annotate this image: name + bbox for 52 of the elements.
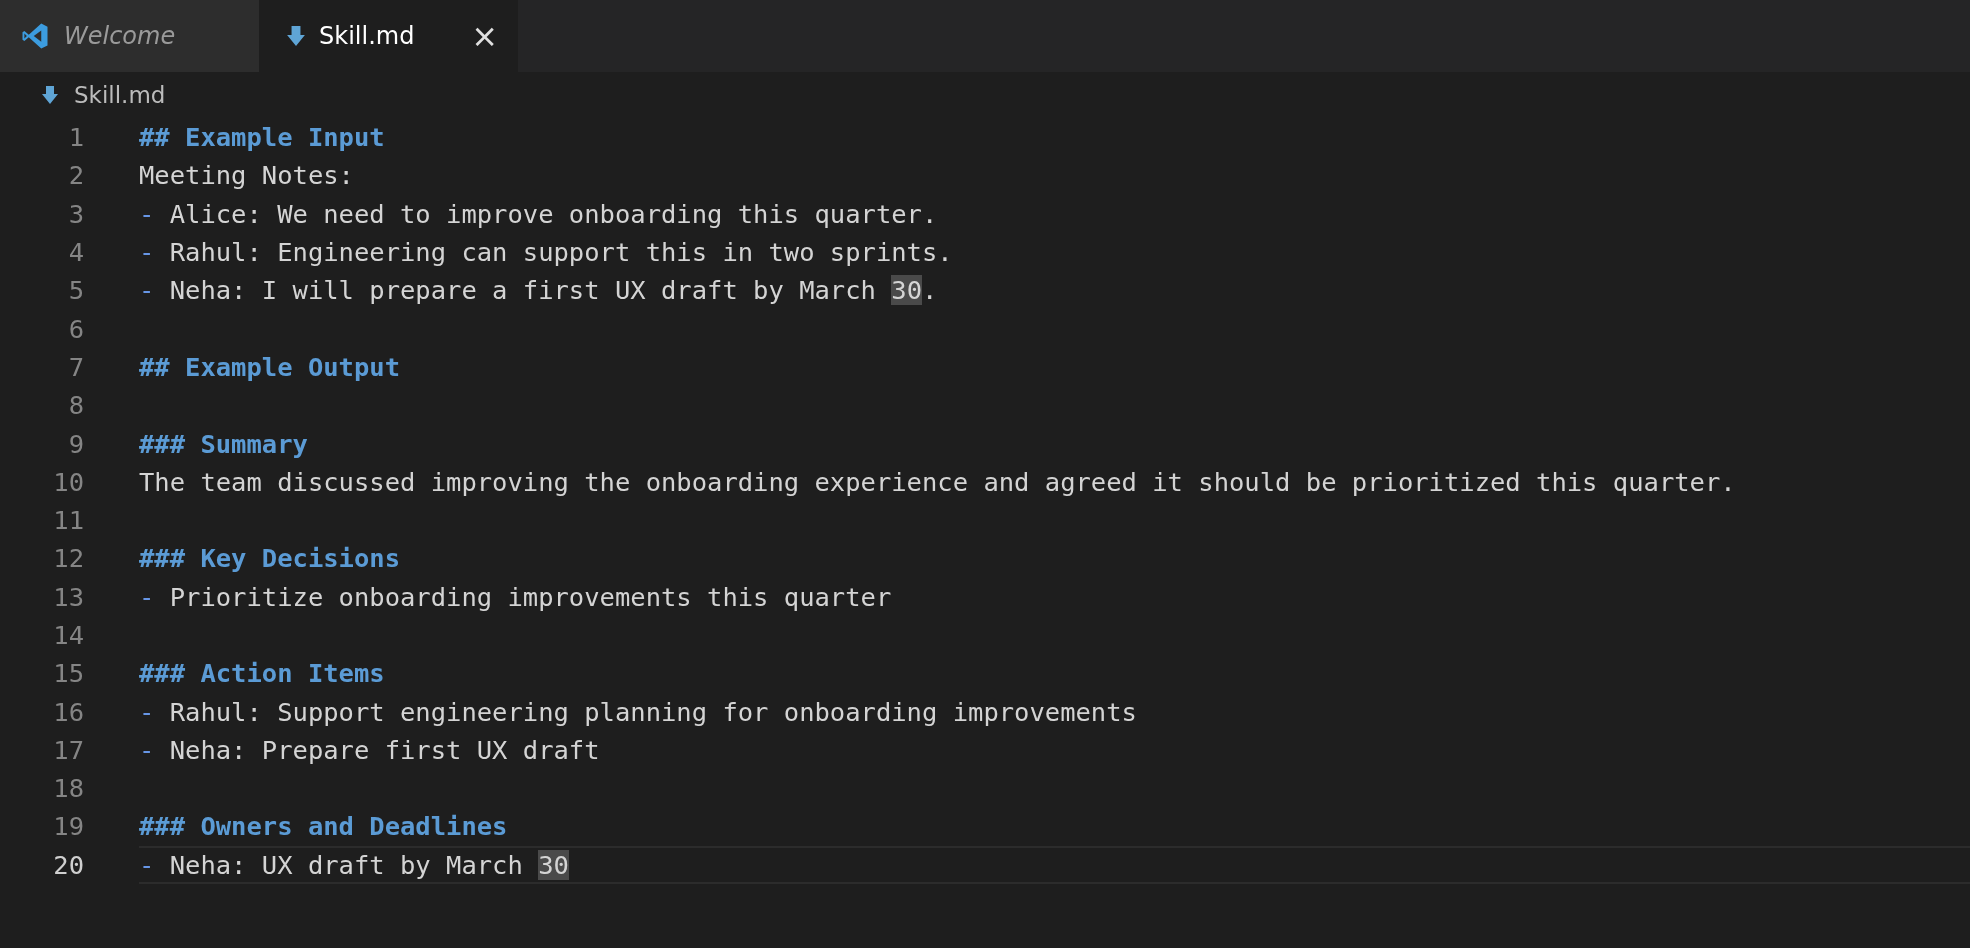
line-number: 2	[67, 160, 84, 191]
heading-text: ### Action Items	[139, 658, 385, 689]
heading-text: ### Summary	[139, 428, 308, 459]
line-number: 10	[52, 466, 84, 497]
code-text: Alice: We need to improve onboarding this quarter.	[168, 198, 938, 229]
code-text: .	[922, 275, 938, 306]
highlighted-match: 30	[891, 275, 922, 306]
line-number: 4	[67, 237, 84, 268]
code-text: Rahul: Support engineering planning for onboarding improvements	[168, 696, 1137, 727]
line-number: 20	[52, 849, 84, 880]
line-number: 18	[52, 773, 84, 804]
line-number: 17	[52, 734, 84, 765]
line-number: 3	[67, 198, 84, 229]
line-number: 6	[67, 313, 84, 344]
line-number: 1	[67, 122, 84, 153]
list-marker: -	[139, 237, 155, 268]
line-number: 5	[67, 275, 84, 306]
code-text: Meeting Notes:	[139, 160, 354, 191]
line-number: 7	[67, 351, 84, 382]
list-marker: -	[139, 581, 155, 612]
code-text: The team discussed improving the onboarding experience and agreed it should be prioritized this quarter.	[139, 466, 1736, 497]
close-icon[interactable]: ×	[471, 20, 498, 52]
line-number: 15	[52, 658, 84, 689]
heading-text: ### Owners and Deadlines	[139, 811, 508, 842]
line-number: 16	[52, 696, 84, 727]
heading-text: ## Example Input	[139, 122, 385, 153]
code-text: Neha: UX draft by March	[168, 849, 524, 880]
list-marker: -	[139, 275, 155, 306]
list-marker: -	[139, 849, 155, 880]
code-text: Neha: Prepare first UX draft	[168, 734, 600, 765]
highlighted-match: 30	[538, 849, 569, 880]
line-number: 13	[52, 581, 84, 612]
line-number: 8	[67, 390, 84, 421]
code-text: Rahul: Engineering can support this in two sprints.	[168, 237, 953, 268]
breadcrumb-item[interactable]: Skill.md	[74, 81, 166, 108]
code-text: Neha: I will prepare a first UX draft by March	[168, 275, 877, 306]
line-number: 12	[52, 543, 84, 574]
heading-text: ## Example Output	[139, 351, 400, 382]
line-number: 11	[52, 505, 84, 536]
list-marker: -	[139, 198, 155, 229]
code-text: Prioritize onboarding improvements this quarter	[168, 581, 892, 612]
line-number: 19	[52, 811, 84, 842]
line-number: 9	[67, 428, 84, 459]
editor-tab[interactable]: Welcome	[0, 0, 259, 72]
list-marker: -	[139, 696, 155, 727]
editor-tab[interactable]: Skill.md ×	[259, 0, 518, 72]
down-arrow-icon	[287, 26, 305, 46]
list-marker: -	[139, 734, 155, 765]
down-arrow-icon	[42, 85, 58, 104]
vscode-logo-icon	[20, 21, 50, 51]
heading-text: ### Key Decisions	[139, 543, 400, 574]
line-number: 14	[52, 620, 84, 650]
